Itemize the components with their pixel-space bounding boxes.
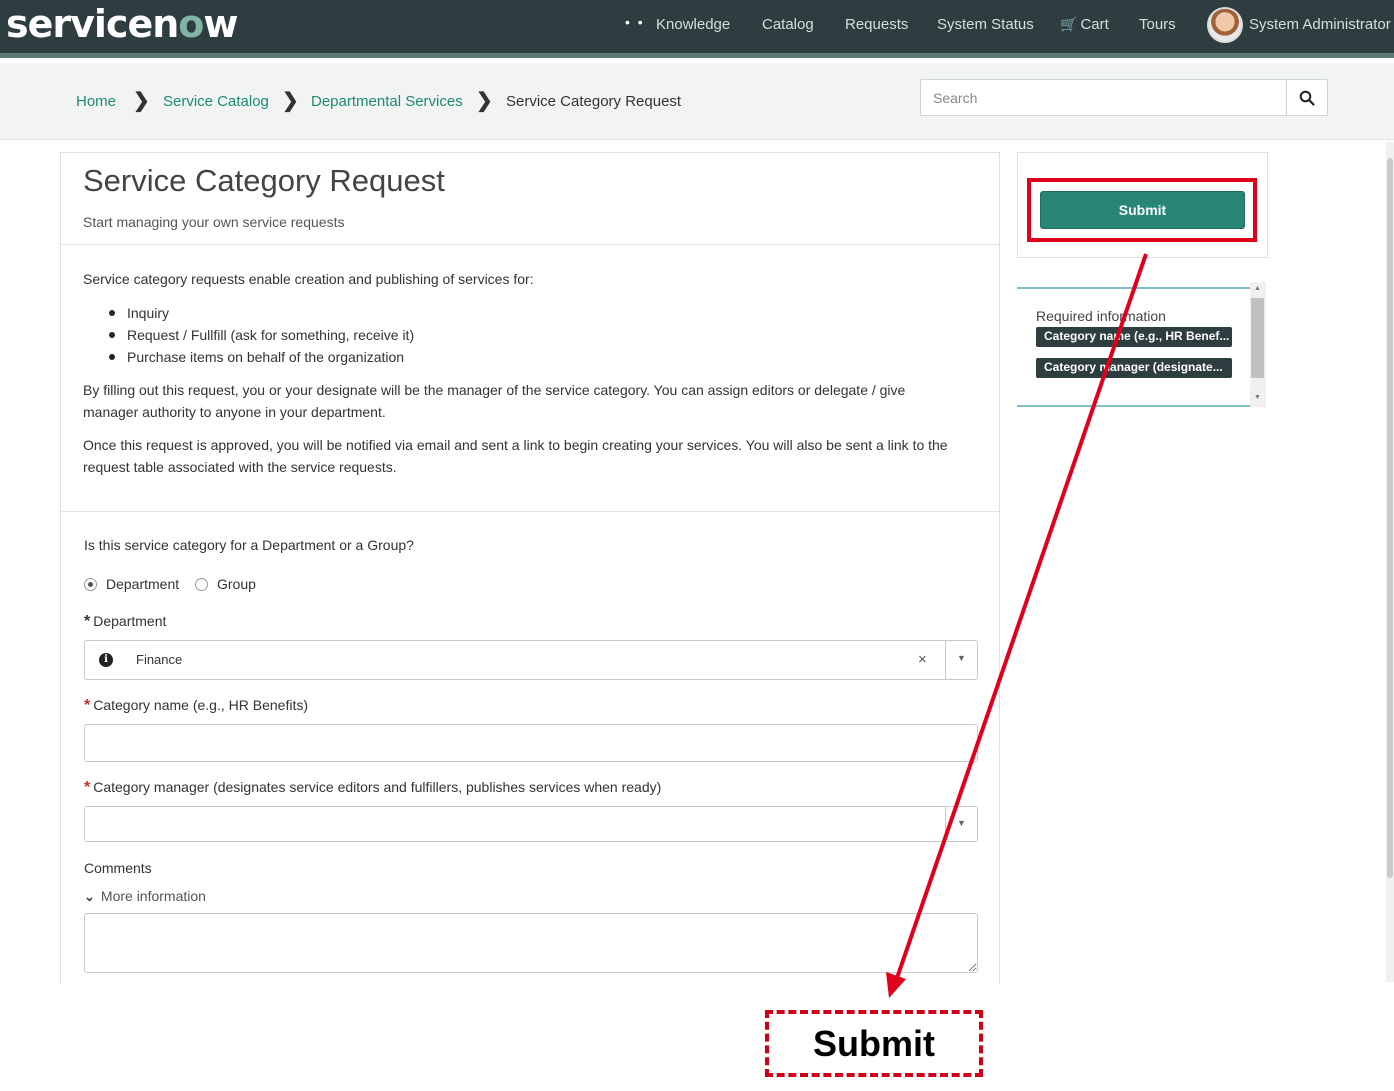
nav-cart[interactable]: 🛒 Cart bbox=[1060, 16, 1109, 33]
info-icon[interactable]: i bbox=[99, 653, 113, 667]
comments-textarea[interactable] bbox=[84, 913, 978, 973]
breadcrumb-home[interactable]: Home bbox=[76, 93, 116, 110]
category-manager-label: * Category manager (designates service ed… bbox=[84, 779, 662, 796]
department-label: * Department bbox=[84, 613, 167, 630]
select-divider bbox=[945, 807, 946, 841]
breadcrumb-service-catalog[interactable]: Service Catalog bbox=[163, 93, 269, 110]
dept-group-question: Is this service category for a Departmen… bbox=[84, 537, 414, 553]
list-item: Request / Fullfill (ask for something, r… bbox=[83, 324, 414, 346]
breadcrumb-departmental-services[interactable]: Departmental Services bbox=[311, 93, 463, 110]
search-input[interactable] bbox=[920, 79, 1287, 116]
required-info-title: Required information bbox=[1036, 308, 1166, 324]
radio-group-label[interactable]: Group bbox=[217, 576, 256, 592]
chevron-down-icon[interactable]: ▼ bbox=[957, 653, 966, 663]
required-panel-scrollbar-thumb[interactable] bbox=[1251, 298, 1264, 378]
search-button[interactable] bbox=[1286, 79, 1328, 116]
department-select[interactable]: i Finance × ▼ bbox=[84, 640, 978, 680]
radio-department[interactable] bbox=[84, 578, 97, 591]
category-name-label: * Category name (e.g., HR Benefits) bbox=[84, 697, 308, 714]
nav-knowledge[interactable]: Knowledge bbox=[656, 16, 730, 33]
top-navbar: servicenow • • Knowledge Catalog Request… bbox=[0, 0, 1394, 58]
intro-text: Service category requests enable creatio… bbox=[83, 271, 534, 287]
breadcrumb-separator: ❯ bbox=[133, 90, 150, 112]
scroll-up-icon[interactable]: ▲ bbox=[1254, 285, 1261, 292]
breadcrumb-current: Service Category Request bbox=[506, 93, 682, 110]
scroll-down-icon[interactable]: ▼ bbox=[1254, 394, 1261, 401]
clear-icon[interactable]: × bbox=[918, 651, 927, 668]
list-item: Purchase items on behalf of the organiza… bbox=[83, 346, 414, 368]
service-type-list: Inquiry Request / Fullfill (ask for some… bbox=[83, 302, 414, 368]
chevron-down-icon: ⌄ bbox=[84, 889, 95, 904]
servicenow-logo[interactable]: servicenow bbox=[6, 2, 239, 46]
user-name[interactable]: System Administrator bbox=[1249, 16, 1391, 33]
nav-requests[interactable]: Requests bbox=[845, 16, 908, 33]
more-information-toggle[interactable]: ⌄ More information bbox=[84, 888, 206, 905]
breadcrumb-bar: Home ❯ Service Catalog ❯ Departmental Se… bbox=[0, 63, 1394, 140]
page-scrollbar-thumb[interactable] bbox=[1387, 158, 1393, 878]
list-item: Inquiry bbox=[83, 302, 414, 324]
breadcrumb-separator: ❯ bbox=[476, 90, 493, 112]
radio-department-label[interactable]: Department bbox=[106, 576, 179, 592]
nav-dots: • • bbox=[625, 14, 645, 30]
approval-info-text: Once this request is approved, you will … bbox=[83, 437, 948, 475]
nav-tours[interactable]: Tours bbox=[1139, 16, 1176, 33]
required-marker: * bbox=[84, 697, 91, 714]
required-marker: * bbox=[84, 613, 91, 630]
required-marker: * bbox=[84, 779, 91, 796]
divider bbox=[61, 244, 999, 245]
cart-icon: 🛒 bbox=[1060, 16, 1078, 32]
chevron-down-icon[interactable]: ▼ bbox=[957, 818, 966, 828]
required-item-category-name[interactable]: Category name (e.g., HR Benef... bbox=[1036, 327, 1232, 347]
page-title: Service Category Request bbox=[83, 163, 445, 198]
nav-system-status[interactable]: System Status bbox=[937, 16, 1034, 33]
category-manager-select[interactable]: ▼ bbox=[84, 806, 978, 842]
user-avatar[interactable] bbox=[1207, 7, 1243, 43]
submit-button[interactable]: Submit bbox=[1040, 191, 1245, 229]
required-item-category-manager[interactable]: Category manager (designate... bbox=[1036, 358, 1232, 378]
radio-group[interactable] bbox=[195, 578, 208, 591]
category-name-input[interactable] bbox=[84, 724, 978, 762]
magnifier-icon bbox=[1299, 90, 1315, 106]
divider bbox=[61, 511, 999, 512]
page-subtitle: Start managing your own service requests bbox=[83, 214, 345, 230]
nav-catalog[interactable]: Catalog bbox=[762, 16, 814, 33]
annotation-callout: Submit bbox=[765, 1010, 983, 1077]
breadcrumb-separator: ❯ bbox=[282, 90, 299, 112]
select-divider bbox=[945, 641, 946, 679]
department-value: Finance bbox=[136, 652, 183, 667]
comments-label: Comments bbox=[84, 860, 152, 876]
required-info-panel bbox=[1017, 287, 1250, 407]
manager-info-text: By filling out this request, you or your… bbox=[83, 382, 906, 420]
